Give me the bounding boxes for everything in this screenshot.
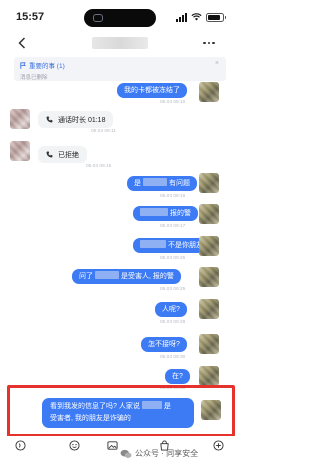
battery-icon bbox=[205, 12, 226, 22]
status-bar: 15:57 bbox=[0, 0, 240, 34]
emoji-icon[interactable] bbox=[68, 439, 80, 451]
phone-icon bbox=[46, 116, 53, 123]
message-bubble[interactable]: 是有问题 bbox=[127, 176, 197, 191]
chevron-left-icon bbox=[18, 37, 26, 49]
my-avatar[interactable] bbox=[199, 173, 219, 193]
more-options-button[interactable] bbox=[200, 35, 218, 51]
pinned-subtitle: 消息已删除 bbox=[20, 75, 48, 81]
redacted-text bbox=[140, 208, 168, 216]
redacted-text bbox=[143, 178, 167, 186]
message-time: 05.03 09:16 bbox=[160, 194, 186, 199]
phone-icon bbox=[46, 151, 53, 158]
pinned-message-banner[interactable]: 重要的事 (1) 消息已删除 × bbox=[14, 57, 226, 81]
message-time: 05.03 09:17 bbox=[160, 224, 186, 229]
my-avatar[interactable] bbox=[199, 366, 219, 386]
voice-icon[interactable] bbox=[14, 439, 26, 451]
message-bubble[interactable]: 怎不接呀? bbox=[141, 337, 187, 352]
message-time: 05.03 09:10 bbox=[160, 100, 186, 105]
my-avatar[interactable] bbox=[199, 236, 219, 256]
my-avatar[interactable] bbox=[199, 204, 219, 224]
redacted-text bbox=[95, 271, 119, 279]
my-avatar[interactable] bbox=[199, 82, 219, 102]
my-avatar[interactable] bbox=[199, 334, 219, 354]
bottom-toolbar: 公众号 · 同享安全 bbox=[0, 436, 240, 470]
camera-indicator-icon bbox=[93, 14, 103, 22]
add-icon[interactable] bbox=[212, 439, 224, 451]
message-time: 05.03 09:25 bbox=[160, 256, 186, 261]
redacted-text bbox=[140, 240, 166, 248]
wifi-icon bbox=[190, 13, 202, 21]
chat-header bbox=[0, 34, 240, 54]
close-icon[interactable]: × bbox=[215, 60, 219, 67]
my-avatar[interactable] bbox=[199, 267, 219, 287]
message-time: 05.03 09:25 bbox=[160, 287, 186, 292]
call-record-bubble[interactable]: 通话时长 01:18 bbox=[38, 111, 114, 128]
message-bubble[interactable]: 在? bbox=[165, 369, 190, 384]
message-bubble[interactable]: 我的卡都被冻结了 bbox=[117, 83, 187, 98]
status-icons bbox=[175, 12, 226, 22]
message-time: 05.03 09:28 bbox=[160, 320, 186, 325]
watermark: 公众号 · 同享安全 bbox=[120, 448, 198, 459]
call-duration: 通话时长 01:18 bbox=[58, 116, 106, 124]
message-time: 05.03 09:30 bbox=[160, 355, 186, 360]
red-highlight-box bbox=[7, 385, 235, 437]
message-time: 05.03 09:11 bbox=[91, 129, 116, 134]
call-record-bubble[interactable]: 已拒绝 bbox=[38, 146, 87, 163]
message-bubble[interactable]: 人呢? bbox=[155, 302, 187, 317]
dynamic-island bbox=[84, 9, 156, 27]
message-time: 05.03 09:16 bbox=[86, 164, 112, 169]
flag-icon bbox=[20, 61, 26, 69]
status-time: 15:57 bbox=[16, 11, 45, 23]
image-icon[interactable] bbox=[106, 439, 118, 451]
pinned-title: 重要的事 (1) bbox=[29, 63, 65, 70]
contact-avatar[interactable] bbox=[10, 109, 30, 129]
message-bubble[interactable]: 问了 是受害人, 报的警 bbox=[72, 269, 181, 284]
contact-name-redacted bbox=[92, 37, 148, 49]
wechat-icon bbox=[120, 449, 132, 458]
my-avatar[interactable] bbox=[199, 299, 219, 319]
contact-avatar[interactable] bbox=[10, 141, 30, 161]
message-bubble[interactable]: 报的警 bbox=[133, 206, 198, 221]
back-button[interactable] bbox=[14, 35, 30, 51]
signal-icon bbox=[175, 12, 187, 22]
call-status: 已拒绝 bbox=[58, 151, 79, 159]
